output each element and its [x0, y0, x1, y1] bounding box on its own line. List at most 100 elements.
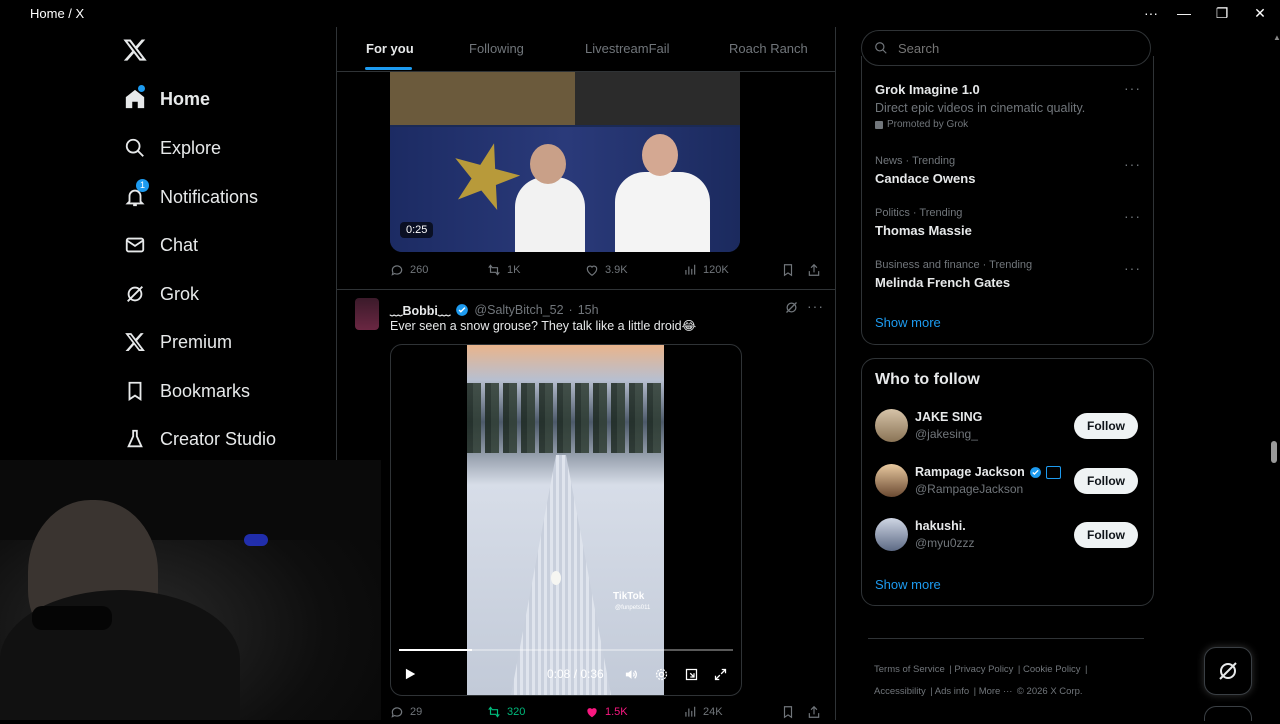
tweet2-like-count: 1.5K	[605, 706, 628, 718]
tweet1-view-count: 120K	[703, 264, 729, 276]
footer-links: Terms of Service | Privacy Policy | Cook…	[874, 664, 1088, 697]
trend-item[interactable]: News · Trending Candace Owens	[875, 155, 975, 186]
picture-in-picture-icon[interactable]	[684, 667, 699, 682]
x-logo-icon[interactable]	[122, 37, 148, 63]
window-title: Home / X	[30, 6, 85, 21]
window-menu-button[interactable]: ···	[1138, 3, 1164, 23]
follow-button[interactable]: Follow	[1074, 522, 1138, 548]
nav-chat[interactable]: Chat	[124, 225, 198, 265]
tweet2-views[interactable]: 24K	[683, 705, 723, 719]
scrollbar-thumb[interactable]	[1271, 441, 1277, 463]
tweet2-time[interactable]: 15h	[578, 303, 599, 317]
nav-premium[interactable]: Premium	[124, 322, 232, 362]
fullscreen-icon[interactable]	[713, 667, 728, 682]
trend-title: Grok Imagine 1.0	[875, 82, 980, 97]
footer-ads-info-link[interactable]: Ads info	[935, 686, 969, 697]
nav-bookmarks[interactable]: Bookmarks	[124, 371, 250, 411]
trend-item[interactable]: Business and finance · Trending Melinda …	[875, 259, 1032, 290]
trend-more-icon[interactable]: ···	[1124, 260, 1141, 276]
nav-explore-label: Explore	[160, 137, 222, 158]
trends-show-more[interactable]: Show more	[875, 315, 941, 330]
footer-terms-link[interactable]: Terms of Service	[874, 664, 945, 675]
suggested-user[interactable]: JAKE SING @jakesing_	[915, 410, 982, 441]
close-button[interactable]: ✕	[1247, 3, 1273, 23]
trend-more-icon[interactable]: ···	[1124, 80, 1141, 96]
tweet1-like[interactable]: 3.9K	[585, 263, 628, 277]
tweet2-share-icon[interactable]	[807, 705, 821, 719]
grok-explain-icon[interactable]	[784, 300, 799, 315]
play-icon[interactable]	[403, 667, 417, 681]
scrollbar-track[interactable]: ▲	[1268, 27, 1280, 720]
speaker-left-face	[530, 144, 566, 184]
follow-button[interactable]: Follow	[1074, 468, 1138, 494]
minimize-button[interactable]: —	[1171, 3, 1197, 23]
tweet2-display-name[interactable]: ﹏Bobbi﹏	[390, 300, 450, 319]
footer-more-link[interactable]: More ···	[979, 686, 1013, 697]
webcam-overlay	[0, 460, 381, 720]
reply-icon	[391, 265, 403, 276]
grok-float-button[interactable]	[1204, 647, 1252, 695]
trend-item[interactable]: Politics · Trending Thomas Massie	[875, 207, 972, 238]
trend-more-icon[interactable]: ···	[1124, 156, 1141, 172]
maximize-button[interactable]: ❐	[1209, 3, 1235, 23]
left-divider	[336, 27, 337, 460]
nav-creator-studio[interactable]: Creator Studio	[124, 419, 276, 459]
tweet2-bookmark-icon[interactable]	[781, 705, 795, 719]
tweet1-repost[interactable]: 1K	[487, 263, 520, 277]
nav-notifications[interactable]: Notifications 1	[124, 177, 258, 217]
suggested-user[interactable]: hakushi. @myu0zzz	[915, 519, 975, 550]
tweet2-video[interactable]: TikTok @funpets011 0:08 / 0:36	[390, 344, 742, 696]
right-divider	[835, 27, 836, 720]
tweet2-reply[interactable]: 29	[390, 705, 422, 719]
tweet1-video[interactable]: 0:25	[390, 72, 740, 252]
footer-accessibility-link[interactable]: Accessibility	[874, 686, 926, 697]
scroll-up-arrow-icon[interactable]: ▲	[1273, 33, 1280, 42]
footer-cookie-link[interactable]: Cookie Policy	[1023, 664, 1081, 675]
tweet1-bookmark-icon[interactable]	[781, 263, 795, 277]
promoted-label: Promoted by Grok	[887, 119, 969, 130]
tweet1-share-icon[interactable]	[807, 263, 821, 277]
tab-for-you[interactable]: For you	[366, 41, 414, 56]
trend-more-icon[interactable]: ···	[1124, 208, 1141, 224]
user-handle: @jakesing_	[915, 427, 978, 441]
follow-button[interactable]: Follow	[1074, 413, 1138, 439]
speaker-right-face	[642, 134, 678, 176]
user-avatar[interactable]	[875, 464, 908, 497]
user-avatar[interactable]	[875, 409, 908, 442]
nav-explore[interactable]: Explore	[124, 128, 221, 168]
trend-item-promoted[interactable]: Grok Imagine 1.0 Direct epic videos in c…	[875, 82, 1085, 130]
video-progress-track[interactable]	[399, 649, 733, 651]
volume-icon[interactable]	[624, 667, 639, 682]
messages-float-button[interactable]	[1204, 706, 1252, 721]
tweet2-more-icon[interactable]: ···	[807, 298, 824, 314]
who-to-follow-show-more[interactable]: Show more	[875, 577, 941, 592]
snow-grouse	[551, 571, 561, 585]
settings-gear-icon[interactable]	[654, 667, 669, 682]
nav-grok[interactable]: Grok	[124, 274, 199, 314]
tab-roach-ranch[interactable]: Roach Ranch	[729, 41, 808, 56]
tweet2-repost[interactable]: 320	[487, 705, 525, 719]
video-frame-top-left	[390, 72, 575, 125]
nav-chat-label: Chat	[160, 234, 199, 255]
nav-home[interactable]: Home	[124, 79, 210, 119]
tweet1-reply[interactable]: 260	[390, 263, 428, 277]
search-icon	[125, 138, 144, 157]
video-timestamp: 0:08 / 0:36	[547, 667, 604, 681]
tree-line	[467, 383, 664, 453]
user-name: Rampage Jackson	[915, 465, 1025, 479]
suggested-user[interactable]: Rampage Jackson @RampageJackson	[915, 465, 1061, 496]
heart-icon	[586, 265, 598, 276]
tweet2-handle[interactable]: @SaltyBitch_52	[474, 303, 563, 317]
user-avatar[interactable]	[875, 518, 908, 551]
tweet2-avatar[interactable]	[355, 298, 379, 330]
tweet1-like-count: 3.9K	[605, 264, 628, 276]
tab-following[interactable]: Following	[469, 41, 524, 56]
trend-title: Thomas Massie	[875, 223, 972, 238]
search-input[interactable]	[896, 39, 1130, 57]
trend-description: Direct epic videos in cinematic quality.	[875, 101, 1086, 115]
tab-livestreamfail[interactable]: LivestreamFail	[585, 41, 670, 56]
tweet1-views[interactable]: 120K	[683, 263, 729, 277]
footer-privacy-link[interactable]: Privacy Policy	[954, 664, 1013, 675]
tweet-divider	[337, 289, 835, 290]
tweet2-like[interactable]: 1.5K	[585, 705, 628, 719]
